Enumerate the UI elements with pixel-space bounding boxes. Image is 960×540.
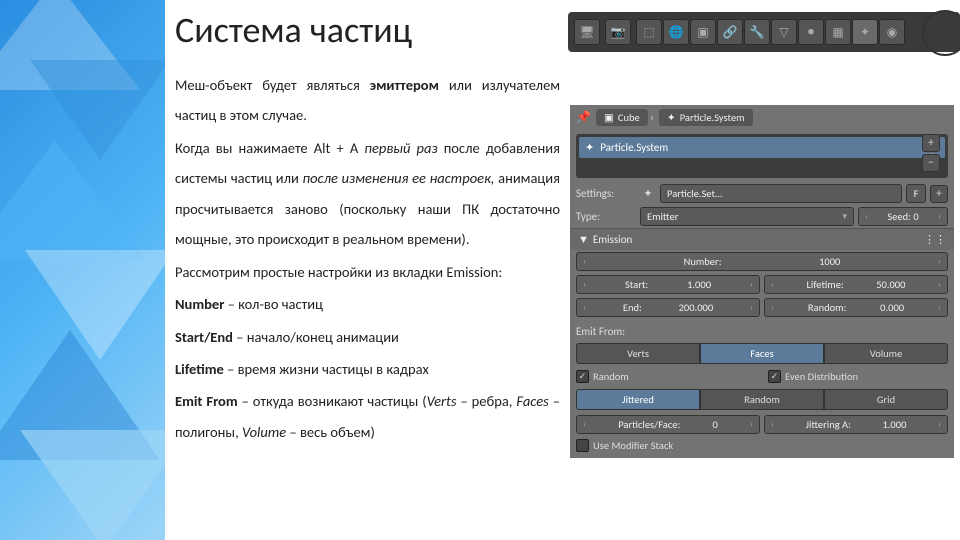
texture-tab-icon[interactable]: ▦ bbox=[825, 19, 851, 45]
world-tab-icon[interactable]: 🌐 bbox=[663, 19, 689, 45]
paragraph-7: Emit From – откуда возникают частицы (Ve… bbox=[175, 386, 560, 447]
render-tab-icon[interactable]: 🖥 bbox=[574, 19, 600, 45]
decorative-sidebar bbox=[0, 0, 165, 540]
faces-button[interactable]: Faces bbox=[700, 343, 824, 364]
paragraph-5: Start/End – начало/конец анимации bbox=[175, 322, 560, 352]
modifier-tab-icon[interactable]: 🔧 bbox=[744, 19, 770, 45]
type-dropdown[interactable]: Emitter▾ bbox=[640, 207, 854, 226]
number-field[interactable]: ‹Number:1000› bbox=[576, 252, 948, 271]
constraint-tab-icon[interactable]: 🔗 bbox=[717, 19, 743, 45]
settings-label: Settings: bbox=[576, 187, 636, 200]
random-field[interactable]: ‹Random:0.000› bbox=[764, 298, 948, 317]
emit-from-buttons: Verts Faces Volume bbox=[570, 340, 954, 367]
paragraph-2: Когда вы нажимаете Alt + A первый раз по… bbox=[175, 133, 560, 255]
type-label: Type: bbox=[576, 210, 636, 223]
particles-tab-icon[interactable]: ✦ bbox=[852, 19, 878, 45]
distribution-buttons: Jittered Random Grid bbox=[570, 386, 954, 413]
jittering-field[interactable]: ‹Jittering A:1.000› bbox=[764, 415, 948, 434]
scene-tab-icon[interactable]: ⬚ bbox=[636, 19, 662, 45]
sparkle-icon: ✦ bbox=[640, 187, 656, 200]
material-tab-icon[interactable]: ● bbox=[798, 19, 824, 45]
list-item[interactable]: ✦ Particle.System📷 bbox=[579, 137, 945, 158]
start-field[interactable]: ‹Start:1.000› bbox=[576, 275, 760, 294]
jittered-button[interactable]: Jittered bbox=[576, 389, 700, 410]
volume-button[interactable]: Volume bbox=[824, 343, 948, 364]
paragraph-4: Number – кол-во частиц bbox=[175, 289, 560, 319]
lifetime-field[interactable]: ‹Lifetime:50.000› bbox=[764, 275, 948, 294]
object-tab-icon[interactable]: ▣ bbox=[690, 19, 716, 45]
add-button[interactable]: + bbox=[922, 134, 940, 152]
paragraph-1: Меш-объект будет являться эмиттером или … bbox=[175, 70, 560, 131]
properties-panel: 📌 ▣ Cube › ✦ Particle.System ✦ Particle.… bbox=[570, 105, 954, 458]
random-dist-button[interactable]: Random bbox=[700, 389, 824, 410]
emit-from-label: Emit From: bbox=[570, 319, 954, 340]
highlight-circle bbox=[922, 10, 960, 56]
verts-button[interactable]: Verts bbox=[576, 343, 700, 364]
seed-field[interactable]: ‹Seed: 0› bbox=[858, 207, 948, 226]
settings-add-button[interactable]: + bbox=[930, 185, 948, 203]
data-tab-icon[interactable]: ▽ bbox=[771, 19, 797, 45]
fake-user-button[interactable]: F bbox=[906, 184, 926, 203]
crumb-object[interactable]: ▣ Cube bbox=[596, 109, 648, 126]
pin-icon[interactable]: 📌 bbox=[576, 111, 591, 125]
particles-face-field[interactable]: ‹Particles/Face:0› bbox=[576, 415, 760, 434]
paragraph-3: Рассмотрим простые настройки из вкладки … bbox=[175, 257, 560, 287]
modifier-stack-checkbox[interactable]: Use Modifier Stack bbox=[576, 439, 948, 452]
even-dist-checkbox[interactable]: ✓Even Distribution bbox=[768, 370, 948, 383]
emission-header[interactable]: ▼ Emission⋮⋮ bbox=[570, 228, 954, 250]
slide-content: Система частиц Меш-объект будет являться… bbox=[175, 8, 560, 449]
camera-tab-icon[interactable]: 📷 bbox=[605, 19, 631, 45]
paragraph-6: Lifetime – время жизни частицы в кадрах bbox=[175, 354, 560, 384]
end-field[interactable]: ‹End:200.000› bbox=[576, 298, 760, 317]
slide-title: Система частиц bbox=[175, 8, 560, 52]
particle-systems-list[interactable]: ✦ Particle.System📷 bbox=[576, 134, 948, 178]
remove-button[interactable]: − bbox=[922, 154, 940, 172]
properties-header-tabs: 🖥 📷 ⬚ 🌐 ▣ 🔗 🔧 ▽ ● ▦ ✦ ◉ bbox=[568, 12, 960, 52]
breadcrumb-row: 📌 ▣ Cube › ✦ Particle.System bbox=[570, 105, 954, 130]
random-checkbox[interactable]: ✓Random bbox=[576, 370, 756, 383]
physics-tab-icon[interactable]: ◉ bbox=[879, 19, 905, 45]
crumb-psys[interactable]: ✦ Particle.System bbox=[659, 109, 753, 126]
grid-button[interactable]: Grid bbox=[824, 389, 948, 410]
settings-field[interactable]: Particle.Set… bbox=[660, 184, 902, 203]
